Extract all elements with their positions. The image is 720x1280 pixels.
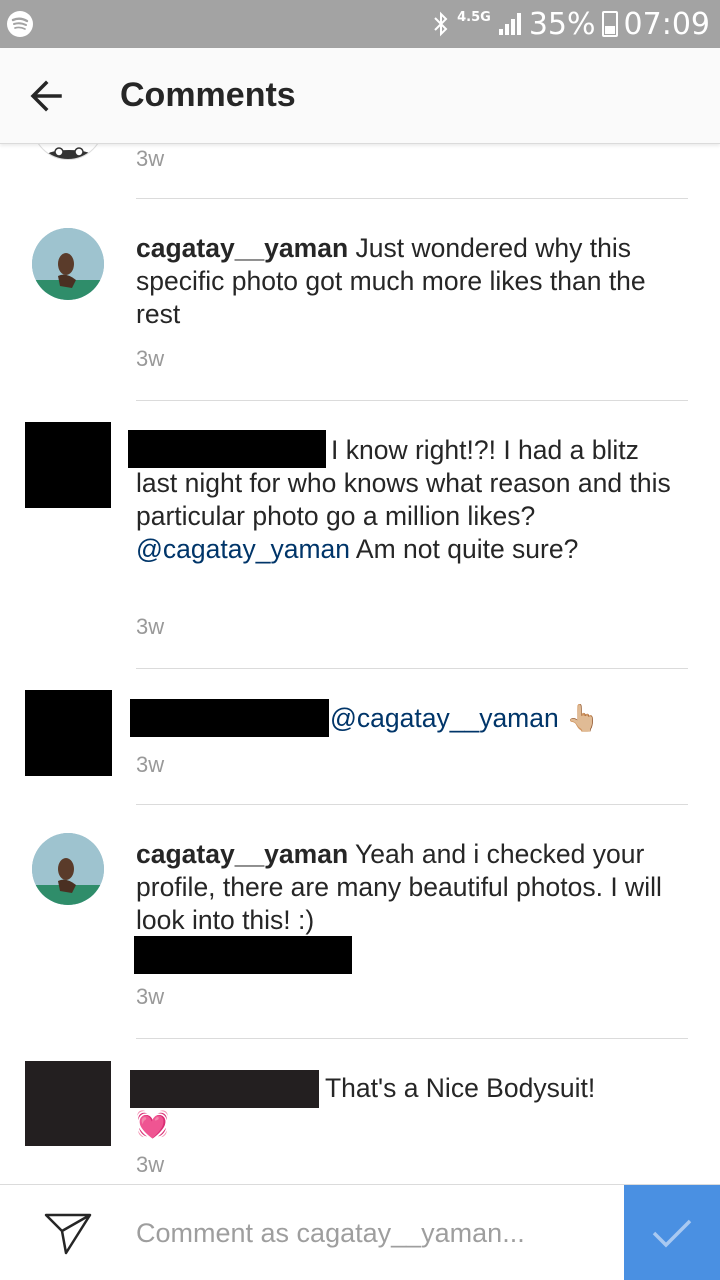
avatar-photo <box>32 833 104 905</box>
comment-time: 3w <box>136 1152 165 1177</box>
battery-percent: 35% <box>528 6 596 42</box>
post-comment-button[interactable] <box>624 1185 720 1280</box>
avatar-redacted[interactable] <box>25 1061 111 1146</box>
comment-username[interactable]: cagatay__yaman <box>136 233 348 263</box>
network-type: 4.5G <box>457 9 491 25</box>
heart-emoji: 💓 <box>136 1109 169 1139</box>
divider <box>136 804 688 805</box>
username-redacted <box>130 1070 319 1108</box>
pointing-up-emoji: 👆🏼 <box>566 703 600 733</box>
avatar-redacted[interactable] <box>25 422 111 508</box>
back-arrow-icon <box>30 80 62 112</box>
comment-body-end: Am not quite sure? <box>350 534 579 564</box>
clock: 07:09 <box>623 6 710 42</box>
direct-send-icon[interactable] <box>40 1209 96 1259</box>
avatar-art <box>47 147 91 159</box>
comment-text: cagatay__yaman Just wondered why this sp… <box>136 232 676 331</box>
avatar[interactable] <box>32 228 104 300</box>
comment-composer <box>0 1184 720 1280</box>
spotify-icon <box>7 11 33 37</box>
comment-time: 3w <box>136 752 165 777</box>
divider <box>136 668 688 669</box>
battery-icon <box>601 11 618 37</box>
avatar[interactable] <box>32 144 104 160</box>
comment-input[interactable] <box>136 1213 606 1253</box>
comment-body: That's a Nice Bodysuit! <box>325 1073 596 1103</box>
avatar[interactable] <box>32 833 104 905</box>
comment-text: cagatay__yaman Yeah and i checked your p… <box>136 838 676 937</box>
comment-text: That's a Nice Bodysuit! <box>325 1072 685 1105</box>
comment-mention[interactable]: @cagatay__yaman <box>330 703 559 733</box>
signal-icon <box>498 13 521 35</box>
heart-emoji-line: 💓 <box>136 1108 676 1141</box>
redacted-block <box>134 936 352 974</box>
divider <box>136 400 688 401</box>
divider <box>136 198 688 199</box>
avatar-redacted[interactable] <box>25 690 112 776</box>
comment-body: I know right!?! I had a blitz last night… <box>136 435 671 531</box>
comments-list[interactable]: 3w cagatay__yaman Just wondered why this… <box>0 144 720 1184</box>
page-title: Comments <box>120 76 296 114</box>
comment-time: 3w <box>136 146 165 171</box>
app-bar: Comments <box>0 48 720 144</box>
checkmark-icon <box>652 1219 692 1248</box>
comment-time: 3w <box>136 984 165 1009</box>
username-redacted <box>130 699 329 737</box>
bluetooth-icon <box>434 11 448 37</box>
status-bar: 4.5G 35% 07:09 <box>0 0 720 48</box>
comment-time: 3w <box>136 614 165 639</box>
comment-time: 3w <box>136 346 165 371</box>
comment-text: @cagatay__yaman 👆🏼 <box>330 702 670 735</box>
divider <box>136 1038 688 1039</box>
avatar-photo <box>32 228 104 300</box>
comment-mention[interactable]: @cagatay_yaman <box>136 534 350 564</box>
back-button[interactable] <box>20 72 72 120</box>
comment-username[interactable]: cagatay__yaman <box>136 839 348 869</box>
comment-text: I know right!?! I had a blitz last night… <box>136 434 676 566</box>
